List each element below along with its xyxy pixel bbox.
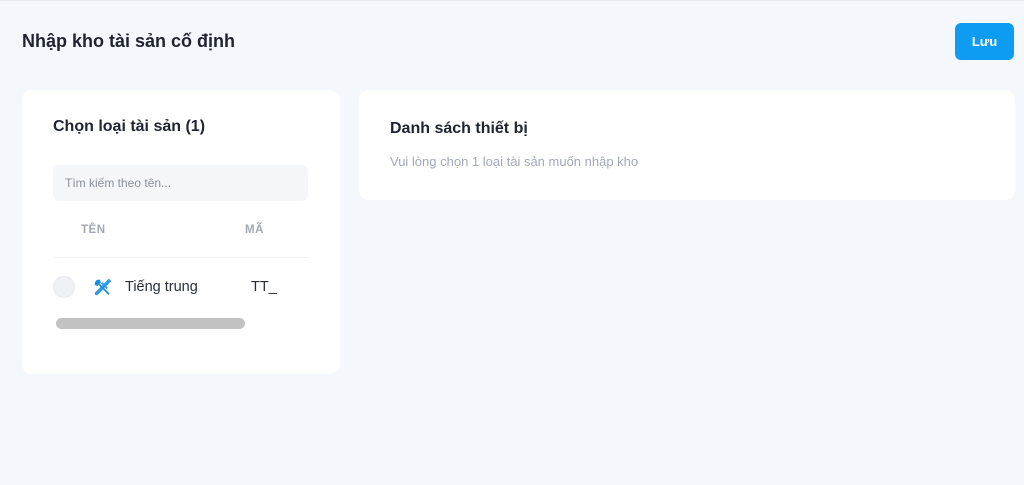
search-input[interactable] [53,165,308,201]
device-list-panel: Danh sách thiết bị Vui lòng chọn 1 loại … [359,90,1015,200]
row-name: Tiếng trung [125,279,198,295]
page-title: Nhập kho tài sản cố định [22,31,236,51]
table-row[interactable]: Tiếng trung TT_ [53,273,308,301]
device-list-panel-title: Danh sách thiết bị [390,120,528,137]
row-code: TT_ [251,279,277,295]
column-header-name: TÊN [81,224,106,236]
horizontal-scrollbar[interactable] [53,318,308,330]
row-radio[interactable] [53,276,75,298]
asset-type-panel-title: Chọn loại tài sản (1) [53,118,206,135]
column-header-code: MÃ [245,224,264,236]
save-button[interactable]: Lưu [955,23,1014,60]
page: Nhập kho tài sản cố định Lưu Chọn loại t… [0,0,1024,485]
asset-type-panel: Chọn loại tài sản (1) TÊN MÃ Tiếng trung… [22,90,340,374]
device-list-hint: Vui lòng chọn 1 loại tài sản muốn nhập k… [390,154,639,169]
table-header-divider [53,257,308,258]
tools-icon [94,278,112,296]
scrollbar-thumb[interactable] [56,318,245,329]
